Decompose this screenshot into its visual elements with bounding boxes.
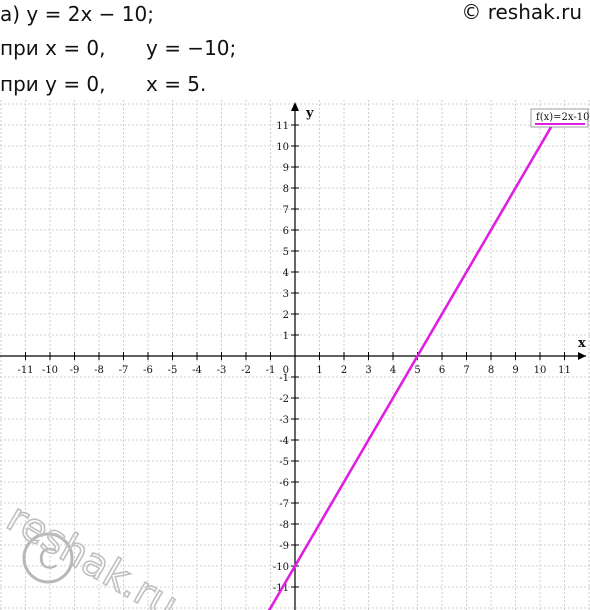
y-tick-label: 11 — [276, 121, 289, 132]
x-tick-label: 9 — [512, 365, 518, 376]
condition-x-label: при x = 0, — [0, 36, 106, 60]
x-tick-label: -11 — [17, 365, 33, 376]
condition-x-result: y = −10; — [146, 36, 237, 60]
y-tick-label: -4 — [279, 436, 289, 447]
x-tick-label: -10 — [42, 365, 58, 376]
x-tick-label: 8 — [488, 365, 494, 376]
y-tick-label: -3 — [279, 415, 289, 426]
x-tick-label: -7 — [119, 365, 129, 376]
x-tick-label: -3 — [217, 365, 227, 376]
y-tick-label: -5 — [279, 457, 289, 468]
y-tick-label: 9 — [283, 163, 289, 174]
x-tick-label: 6 — [439, 365, 445, 376]
x-axis-label: x — [578, 336, 586, 351]
x-tick-label: -5 — [168, 365, 178, 376]
y-tick-label: 10 — [276, 142, 289, 153]
condition-y-label: при y = 0, — [0, 72, 106, 96]
origin-label: 0 — [283, 365, 289, 376]
condition-y-result: x = 5. — [146, 72, 207, 96]
y-tick-label: -7 — [279, 499, 289, 510]
x-tick-label: 3 — [365, 365, 371, 376]
y-tick-label: -8 — [279, 520, 289, 531]
x-axis-arrow-icon — [578, 352, 586, 360]
y-tick-label: 5 — [283, 247, 289, 258]
y-tick-label: -9 — [279, 541, 289, 552]
y-tick-label: 8 — [283, 184, 289, 195]
x-tick-label: -8 — [94, 365, 104, 376]
x-tick-label: 10 — [534, 365, 547, 376]
y-axis-arrow-icon — [291, 102, 299, 111]
y-tick-label: 7 — [283, 205, 289, 216]
y-tick-label: 6 — [283, 226, 289, 237]
y-tick-label: -10 — [273, 562, 289, 573]
y-tick-label: 2 — [283, 310, 289, 321]
x-tick-label: -6 — [143, 365, 153, 376]
copyright-text: © reshak.ru — [461, 0, 582, 24]
x-tick-label: -9 — [70, 365, 80, 376]
x-tick-label: 7 — [463, 365, 469, 376]
function-graph: xy-11 -10 -9 -8 -7 -6 -5 -4 -3 -2 -1 1 2 3 4 5 6 7 8 9 10 111… — [0, 100, 590, 610]
x-tick-label: 11 — [558, 365, 571, 376]
y-tick-label: -6 — [279, 478, 289, 489]
x-tick-label: -4 — [192, 365, 202, 376]
x-tick-label: -1 — [266, 365, 276, 376]
y-axis-label: y — [305, 106, 314, 121]
y-tick-label: 4 — [283, 268, 289, 279]
x-tick-label: 5 — [414, 365, 420, 376]
x-tick-label: -2 — [241, 365, 251, 376]
y-tick-label: 1 — [283, 331, 289, 342]
x-tick-label: 2 — [341, 365, 347, 376]
x-tick-label: 1 — [316, 365, 322, 376]
x-tick-label: 4 — [390, 365, 396, 376]
y-tick-label: 3 — [283, 289, 289, 300]
legend-label: f(x)=2x-10 — [536, 112, 589, 123]
equation-line: а) y = 2x − 10; — [0, 2, 154, 26]
y-tick-label: -2 — [279, 394, 289, 405]
series-line — [267, 124, 554, 610]
